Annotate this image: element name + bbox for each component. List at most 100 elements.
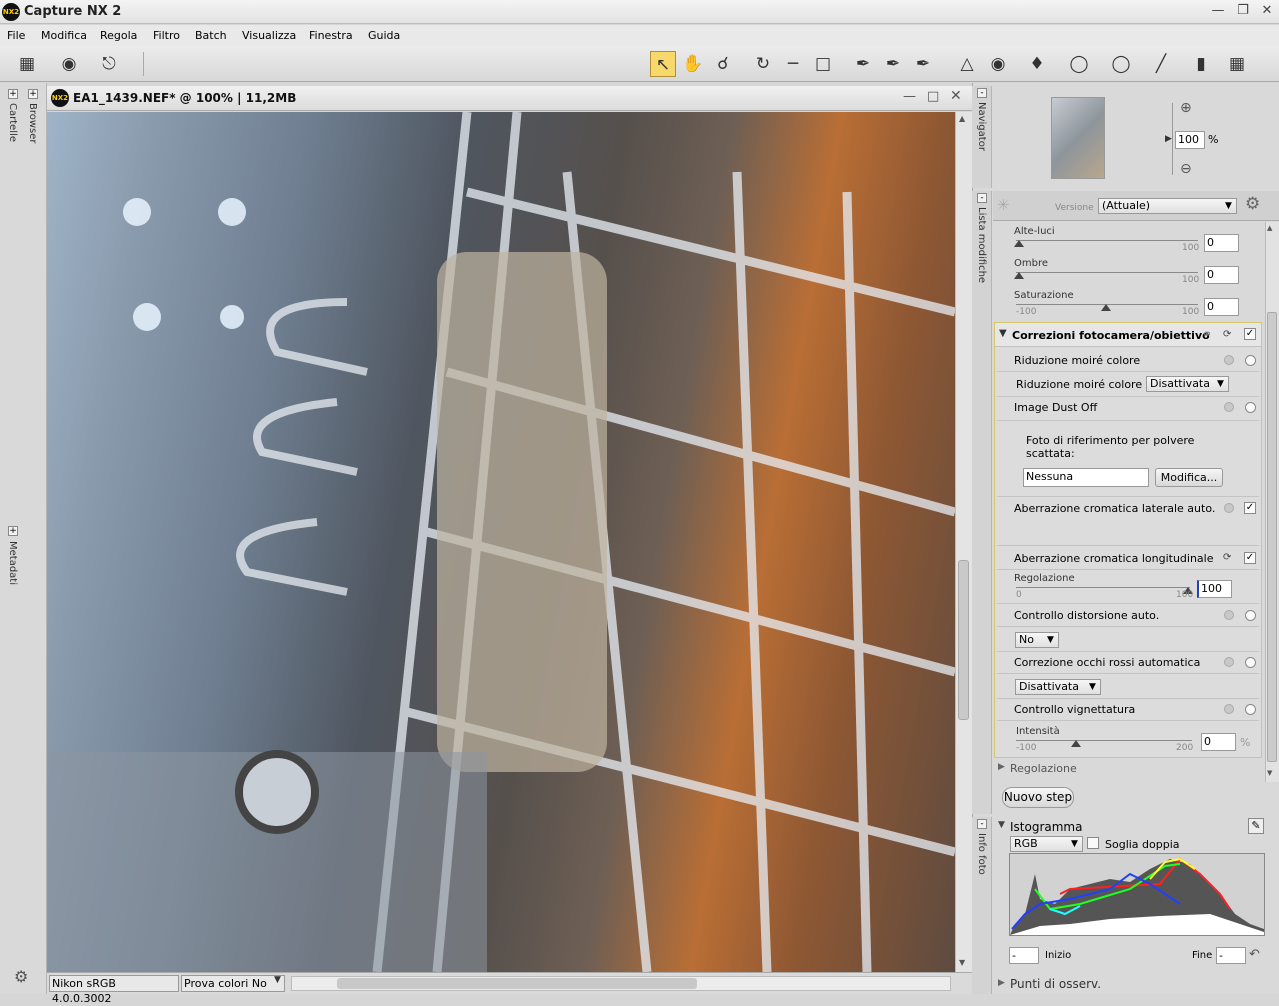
saturation-slider-handle[interactable] xyxy=(1101,304,1111,311)
doc-maximize-button[interactable]: □ xyxy=(927,89,939,104)
eyedropper-gray-icon[interactable]: ✒ xyxy=(880,51,906,77)
scroll-down-icon[interactable]: ▼ xyxy=(1267,769,1272,777)
adjustment-slider[interactable] xyxy=(1016,587,1190,588)
scroll-up-icon[interactable]: ▲ xyxy=(959,114,965,123)
collapse-edit-list-button[interactable]: - xyxy=(977,193,987,203)
gradient-icon[interactable]: ▮ xyxy=(1188,51,1214,77)
dust-reference-field[interactable]: Nessuna xyxy=(1023,468,1149,487)
expand-cartelle-button[interactable]: + xyxy=(8,89,18,99)
gear-icon[interactable]: ⚙ xyxy=(14,967,28,986)
zoom-icon[interactable]: ☌ xyxy=(710,51,736,77)
highlights-input[interactable]: 0 xyxy=(1204,234,1239,252)
highlights-slider[interactable] xyxy=(1016,240,1198,241)
end-input[interactable]: - xyxy=(1216,947,1246,964)
restore-button[interactable]: ❐ xyxy=(1232,2,1254,20)
intensity-input[interactable]: 0 xyxy=(1201,733,1236,751)
scroll-up-icon[interactable]: ▲ xyxy=(1267,224,1272,232)
settings-gear-icon[interactable]: ⚙ xyxy=(1245,194,1260,214)
vertical-scrollbar[interactable]: ▲ ▼ xyxy=(955,112,972,972)
zoom-input[interactable]: 100 xyxy=(1175,131,1205,149)
redeye-toggle[interactable] xyxy=(1245,657,1256,668)
zoom-out-icon[interactable]: ⊖ xyxy=(1180,161,1192,177)
scroll-down-icon[interactable]: ▼ xyxy=(959,958,965,967)
eye-icon[interactable]: ◉ xyxy=(985,51,1011,77)
edit-icon[interactable]: ✎ xyxy=(1248,818,1264,834)
expand-metadati-button[interactable]: + xyxy=(8,526,18,536)
workspace-icon[interactable]: ▦ xyxy=(14,51,40,77)
dual-threshold-checkbox[interactable] xyxy=(1087,837,1099,849)
metadati-tab[interactable]: Metadati xyxy=(7,541,18,585)
camera-icon[interactable]: ◉ xyxy=(56,51,82,77)
edit-list-scroll-thumb[interactable] xyxy=(1267,312,1277,762)
collapse-navigator-button[interactable]: - xyxy=(977,88,987,98)
vertical-scroll-thumb[interactable] xyxy=(958,560,969,720)
lateral-ca-checkbox[interactable]: ✓ xyxy=(1244,502,1256,514)
straighten-icon[interactable]: ─ xyxy=(780,51,806,77)
zoom-in-icon[interactable]: ⊕ xyxy=(1180,100,1192,116)
menu-modifica[interactable]: Modifica xyxy=(41,29,87,42)
undo-icon[interactable]: ↶ xyxy=(1249,947,1260,962)
watch-points-section[interactable]: Punti di osserv. xyxy=(1010,977,1101,991)
horizontal-scroll-thumb[interactable] xyxy=(337,978,697,989)
navigator-thumbnail[interactable] xyxy=(1051,97,1105,179)
vignette-toggle[interactable] xyxy=(1245,704,1256,715)
collapse-triangle-icon[interactable]: ▼ xyxy=(999,328,1007,339)
moire-toggle[interactable] xyxy=(1245,355,1256,366)
menu-regola[interactable]: Regola xyxy=(100,29,137,42)
intensity-slider[interactable] xyxy=(1016,740,1192,741)
select-arrow-icon[interactable]: ↖ xyxy=(650,51,676,77)
reset-icon[interactable]: ⟳ xyxy=(1223,552,1231,563)
new-step-button[interactable]: Nuovo step xyxy=(1002,787,1074,808)
browser-tab[interactable]: Browser xyxy=(27,103,38,144)
tag-icon[interactable]: ♦ xyxy=(1024,51,1050,77)
doc-close-button[interactable]: ✕ xyxy=(950,88,962,104)
brush-icon[interactable]: ╱ xyxy=(1148,51,1174,77)
version-dropdown[interactable]: (Attuale) xyxy=(1098,198,1237,214)
rotate-icon[interactable]: ↻ xyxy=(750,51,776,77)
menu-finestra[interactable]: Finestra xyxy=(309,29,353,42)
cartelle-tab[interactable]: Cartelle xyxy=(7,103,18,142)
start-input[interactable]: - xyxy=(1009,947,1039,964)
saturation-input[interactable]: 0 xyxy=(1204,298,1239,316)
menu-file[interactable]: File xyxy=(7,29,25,42)
crop-icon[interactable]: □ xyxy=(810,51,836,77)
menu-filtro[interactable]: Filtro xyxy=(153,29,180,42)
menu-guida[interactable]: Guida xyxy=(368,29,400,42)
shadows-slider-handle[interactable] xyxy=(1014,272,1024,279)
collapse-triangle-icon[interactable]: ▼ xyxy=(998,820,1005,830)
menu-batch[interactable]: Batch xyxy=(195,29,227,42)
longitudinal-ca-checkbox[interactable]: ✓ xyxy=(1244,552,1256,564)
fill-icon[interactable]: ▦ xyxy=(1224,51,1250,77)
modify-button[interactable]: Modifica... xyxy=(1155,468,1223,487)
eyedropper-black-icon[interactable]: ✒ xyxy=(850,51,876,77)
red-eye-icon[interactable]: △ xyxy=(954,51,980,77)
section-enable-checkbox[interactable]: ✓ xyxy=(1244,328,1256,340)
doc-minimize-button[interactable]: — xyxy=(903,89,916,104)
histogram[interactable] xyxy=(1009,853,1265,936)
info-tab[interactable]: Info foto xyxy=(976,833,987,875)
intensity-slider-handle[interactable] xyxy=(1071,740,1081,747)
adjustment-section[interactable]: Regolazione xyxy=(1010,762,1077,775)
collapse-info-button[interactable]: - xyxy=(977,819,987,829)
lasso-icon[interactable]: ◯ xyxy=(1108,51,1134,77)
edit-list-tab[interactable]: Lista modifiche xyxy=(976,207,987,283)
expand-triangle-icon[interactable]: ▶ xyxy=(998,978,1005,988)
shadows-input[interactable]: 0 xyxy=(1204,266,1239,284)
proof-colors-dropdown[interactable]: Prova colori No xyxy=(181,975,285,992)
minimize-button[interactable]: — xyxy=(1207,2,1229,20)
zoom-slider-handle-icon[interactable]: ▶ xyxy=(1165,134,1172,144)
distortion-toggle[interactable] xyxy=(1245,610,1256,621)
expand-triangle-icon[interactable]: ▶ xyxy=(998,762,1005,772)
adjustment-input[interactable]: 100 xyxy=(1197,580,1232,598)
export-icon[interactable]: ⎋ xyxy=(96,51,122,77)
eyedropper-white-icon[interactable]: ✒ xyxy=(910,51,936,77)
highlights-slider-handle[interactable] xyxy=(1014,240,1024,247)
reset-icon[interactable]: ⟳ xyxy=(1223,329,1231,340)
link-icon[interactable]: ⚭ xyxy=(1202,327,1212,341)
control-point-icon[interactable]: ◯ xyxy=(1066,51,1092,77)
menu-visualizza[interactable]: Visualizza xyxy=(242,29,296,42)
navigator-tab[interactable]: Navigator xyxy=(976,102,987,151)
hand-icon[interactable]: ✋ xyxy=(680,51,706,77)
expand-browser-button[interactable]: + xyxy=(28,89,38,99)
dust-toggle[interactable] xyxy=(1245,402,1256,413)
